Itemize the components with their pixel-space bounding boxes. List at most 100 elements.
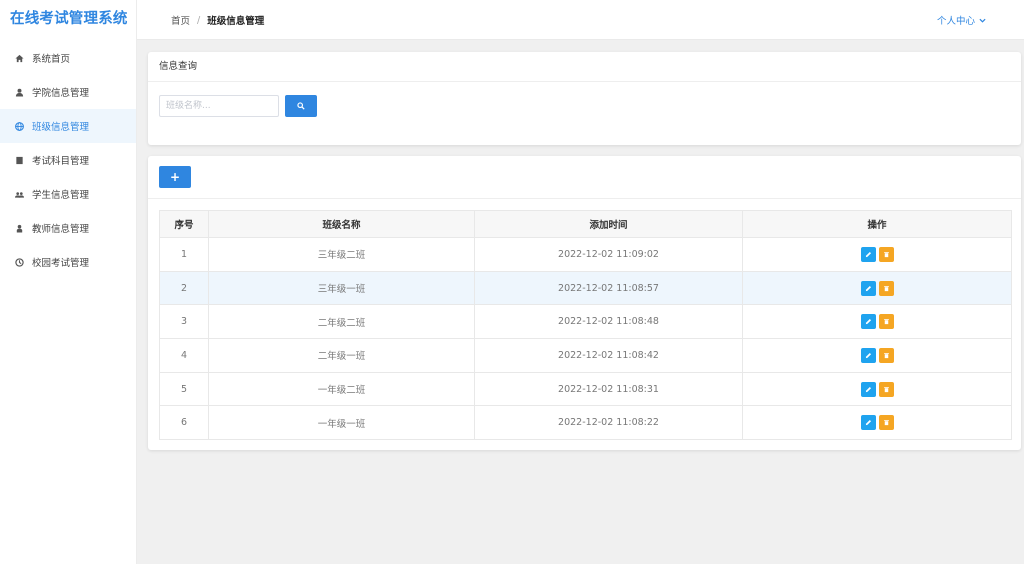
divider	[148, 198, 1021, 199]
edit-button[interactable]	[860, 280, 876, 296]
cell-added-time: 2022-12-02 11:08:48	[474, 304, 743, 340]
home-icon	[14, 53, 24, 63]
cell-actions	[742, 270, 1012, 306]
delete-button[interactable]	[878, 314, 894, 330]
sidebar-menu: 系统首页 学院信息管理 班级信息管理 考试科目管理 学生信息管理 教师信息管理 …	[0, 41, 136, 279]
add-class-button[interactable]: +	[159, 166, 191, 188]
search-panel-title: 信息查询	[148, 52, 1021, 82]
sidebar-item-subject[interactable]: 考试科目管理	[0, 143, 136, 177]
trash-icon	[883, 251, 890, 258]
edit-icon	[865, 352, 872, 359]
cell-no: 1	[159, 237, 209, 272]
cell-no: 4	[159, 338, 209, 373]
sidebar-item-teacher[interactable]: 教师信息管理	[0, 211, 136, 245]
class-name-search-input[interactable]	[159, 95, 279, 117]
book-icon	[14, 155, 24, 165]
delete-button[interactable]	[878, 415, 894, 431]
search-button[interactable]	[285, 95, 317, 117]
users-icon	[14, 189, 24, 199]
column-header-actions: 操作	[742, 210, 1012, 238]
cell-class-name: 三年级二班	[208, 237, 475, 272]
edit-button[interactable]	[860, 314, 876, 330]
clock-icon	[14, 257, 24, 267]
cell-class-name: 一年级二班	[208, 371, 475, 407]
sidebar-item-label: 班级信息管理	[32, 122, 90, 133]
column-header-class-name: 班级名称	[208, 210, 475, 238]
table-row: 5 一年级二班 2022-12-02 11:08:31	[159, 371, 1012, 407]
user-center-label: 个人中心	[936, 16, 975, 27]
trash-icon	[883, 386, 890, 393]
table-row: 2 三年级一班 2022-12-02 11:08:57	[159, 270, 1012, 306]
cell-actions	[742, 405, 1012, 441]
cell-added-time: 2022-12-02 11:08:22	[474, 405, 743, 441]
cell-added-time: 2022-12-02 11:08:57	[474, 270, 743, 306]
cell-added-time: 2022-12-02 11:09:02	[474, 237, 743, 272]
cell-class-name: 二年级二班	[208, 304, 475, 340]
breadcrumb-separator: /	[197, 14, 201, 26]
cell-added-time: 2022-12-02 11:08:31	[474, 371, 743, 407]
chevron-down-icon	[979, 17, 986, 24]
cell-actions	[742, 371, 1012, 407]
delete-button[interactable]	[878, 280, 894, 296]
class-list-panel: + 序号 班级名称 添加时间 操作 1 三年级二班 2022-12-02 11:…	[148, 156, 1021, 450]
breadcrumb-home[interactable]: 首页	[171, 13, 190, 27]
edit-icon	[865, 285, 872, 292]
sidebar-item-college[interactable]: 学院信息管理	[0, 75, 136, 109]
edit-button[interactable]	[860, 347, 876, 363]
sidebar-item-label: 学生信息管理	[32, 190, 90, 201]
table-row: 1 三年级二班 2022-12-02 11:09:02	[159, 237, 1012, 272]
sidebar-item-label: 系统首页	[32, 54, 71, 65]
edit-icon	[865, 251, 872, 258]
search-row	[159, 95, 317, 117]
delete-button[interactable]	[878, 381, 894, 397]
cell-no: 6	[159, 405, 209, 441]
sidebar-item-label: 学院信息管理	[32, 88, 90, 99]
app-title: 在线考试管理系统	[10, 11, 128, 27]
edit-icon	[865, 386, 872, 393]
cell-actions	[742, 237, 1012, 272]
teacher-icon	[14, 223, 24, 233]
class-table-wrap: 序号 班级名称 添加时间 操作 1 三年级二班 2022-12-02 11:09…	[159, 210, 1012, 441]
class-table: 序号 班级名称 添加时间 操作 1 三年级二班 2022-12-02 11:09…	[159, 210, 1012, 441]
table-row: 4 二年级一班 2022-12-02 11:08:42	[159, 338, 1012, 373]
cell-class-name: 三年级一班	[208, 270, 475, 306]
sidebar-item-label: 校园考试管理	[32, 258, 90, 269]
trash-icon	[883, 285, 890, 292]
trash-icon	[883, 318, 890, 325]
user-icon	[14, 87, 24, 97]
column-header-added-time: 添加时间	[474, 210, 743, 238]
cell-actions	[742, 304, 1012, 340]
table-row: 6 一年级一班 2022-12-02 11:08:22	[159, 405, 1012, 441]
search-panel: 信息查询	[148, 52, 1021, 145]
column-header-no: 序号	[159, 210, 209, 238]
search-icon	[297, 102, 305, 110]
table-row: 3 二年级二班 2022-12-02 11:08:48	[159, 304, 1012, 340]
globe-icon	[14, 121, 24, 131]
edit-button[interactable]	[860, 246, 876, 262]
trash-icon	[883, 352, 890, 359]
sidebar-item-exam[interactable]: 校园考试管理	[0, 245, 136, 279]
sidebar-item-home[interactable]: 系统首页	[0, 41, 136, 75]
cell-no: 2	[159, 270, 209, 306]
edit-icon	[865, 419, 872, 426]
sidebar: 在线考试管理系统 系统首页 学院信息管理 班级信息管理 考试科目管理 学生信息管…	[0, 0, 137, 564]
breadcrumb-current: 班级信息管理	[207, 16, 265, 27]
user-center-dropdown[interactable]: 个人中心	[937, 0, 986, 40]
edit-icon	[865, 318, 872, 325]
cell-actions	[742, 338, 1012, 373]
delete-button[interactable]	[878, 347, 894, 363]
delete-button[interactable]	[878, 246, 894, 262]
cell-class-name: 二年级一班	[208, 338, 475, 373]
cell-no: 5	[159, 371, 209, 407]
sidebar-item-label: 教师信息管理	[32, 224, 90, 235]
sidebar-item-class[interactable]: 班级信息管理	[0, 109, 136, 143]
edit-button[interactable]	[860, 415, 876, 431]
cell-added-time: 2022-12-02 11:08:42	[474, 338, 743, 373]
cell-no: 3	[159, 304, 209, 340]
sidebar-item-student[interactable]: 学生信息管理	[0, 177, 136, 211]
table-header-row: 序号 班级名称 添加时间 操作	[159, 210, 1012, 238]
edit-button[interactable]	[860, 381, 876, 397]
top-header: 首页 / 班级信息管理 个人中心	[137, 0, 1024, 40]
sidebar-item-label: 考试科目管理	[32, 156, 90, 167]
trash-icon	[883, 419, 890, 426]
